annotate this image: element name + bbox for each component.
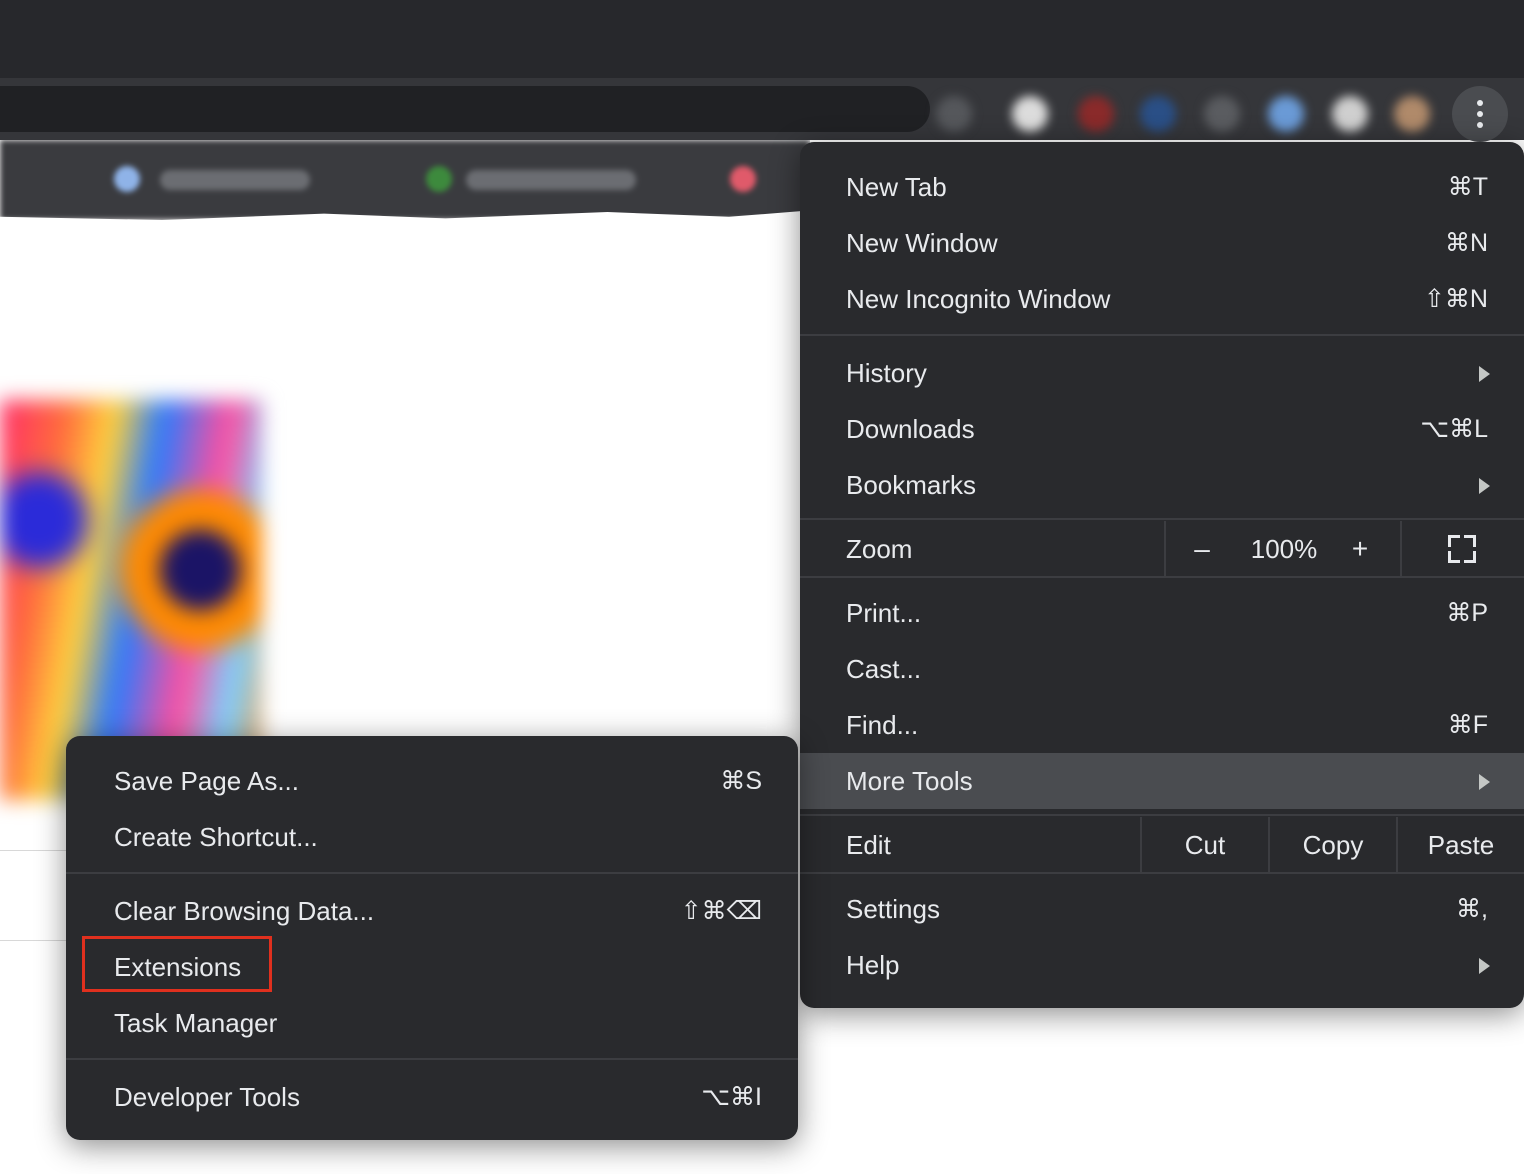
menu-item-shortcut: ⇧⌘N (1423, 285, 1488, 313)
menu-item-label: Create Shortcut... (114, 822, 318, 852)
menu-separator (800, 576, 1524, 578)
more-tools-submenu: Save Page As... ⌘S Create Shortcut... Cl… (66, 736, 798, 1140)
extension-icon[interactable] (936, 96, 972, 132)
menu-item-label: Settings (846, 894, 940, 924)
triangle-right-icon (1479, 958, 1490, 974)
chrome-main-menu: New Tab ⌘T New Window ⌘N New Incognito W… (800, 142, 1524, 1008)
menu-item-label: Save Page As... (114, 766, 300, 796)
menu-item-label: Bookmarks (846, 470, 977, 500)
address-bar[interactable] (0, 86, 930, 132)
menu-item-task-manager[interactable]: Task Manager (66, 995, 798, 1051)
menu-item-extensions[interactable]: Extensions (66, 939, 798, 995)
bookmark-item[interactable] (466, 170, 636, 190)
zoom-row: Zoom – 100% + (800, 521, 1524, 577)
menu-item-shortcut: ⇧⌘⌫ (680, 897, 762, 925)
menu-separator (800, 814, 1524, 816)
menu-item-new-window[interactable]: New Window ⌘N (800, 215, 1524, 271)
menu-item-settings[interactable]: Settings ⌘, (800, 881, 1524, 937)
menu-item-shortcut: ⌘T (1447, 173, 1488, 201)
cut-button[interactable]: Cut (1142, 817, 1268, 873)
menu-item-label: Task Manager (114, 1008, 278, 1038)
divider (0, 940, 66, 941)
menu-item-label: Developer Tools (114, 1082, 300, 1112)
menu-item-find[interactable]: Find... ⌘F (800, 697, 1524, 753)
menu-item-shortcut: ⌥⌘L (1420, 415, 1488, 443)
menu-item-shortcut: ⌥⌘I (701, 1083, 762, 1111)
window-title-bar (0, 0, 1524, 78)
menu-item-label: Cast... (846, 654, 922, 684)
divider (1400, 521, 1402, 577)
copy-button[interactable]: Copy (1270, 817, 1396, 873)
menu-item-shortcut: ⌘S (720, 767, 762, 795)
menu-item-new-tab[interactable]: New Tab ⌘T (800, 159, 1524, 215)
menu-item-save-page-as[interactable]: Save Page As... ⌘S (66, 753, 798, 809)
menu-item-label: Downloads (846, 414, 975, 444)
zoom-label: Zoom (846, 534, 913, 564)
paste-button[interactable]: Paste (1398, 817, 1524, 873)
zoom-out-button[interactable]: – (1180, 521, 1224, 577)
menu-item-shortcut: ⌘N (1444, 229, 1488, 257)
bookmark-item[interactable] (160, 170, 310, 190)
bookmark-favicon-icon (426, 166, 452, 192)
triangle-right-icon (1479, 774, 1490, 790)
extension-icon[interactable] (1012, 96, 1048, 132)
menu-item-shortcut: ⌘, (1456, 895, 1488, 923)
bookmark-favicon-icon (114, 166, 140, 192)
menu-item-shortcut: ⌘F (1447, 711, 1488, 739)
edit-label: Edit (846, 830, 891, 860)
extension-icon[interactable] (1140, 96, 1176, 132)
menu-item-label: New Tab (846, 172, 947, 202)
menu-item-label: Print... (846, 598, 922, 628)
menu-item-print[interactable]: Print... ⌘P (800, 585, 1524, 641)
menu-item-label: New Window (846, 228, 998, 258)
menu-item-cast[interactable]: Cast... (800, 641, 1524, 697)
divider (0, 850, 66, 851)
bookmark-favicon-icon (730, 166, 756, 192)
bookmarks-bar (0, 140, 810, 220)
menu-item-label: More Tools (846, 766, 973, 796)
menu-item-label: Find... (846, 710, 919, 740)
menu-item-history[interactable]: History (800, 345, 1524, 401)
menu-item-new-incognito-window[interactable]: New Incognito Window ⇧⌘N (800, 271, 1524, 327)
extension-icon[interactable] (1078, 96, 1114, 132)
three-dot-menu-icon[interactable] (1452, 86, 1508, 142)
triangle-right-icon (1479, 478, 1490, 494)
zoom-in-button[interactable]: + (1340, 521, 1380, 577)
menu-separator (66, 1058, 798, 1060)
menu-item-label: Extensions (114, 952, 242, 982)
menu-item-downloads[interactable]: Downloads ⌥⌘L (800, 401, 1524, 457)
menu-item-more-tools[interactable]: More Tools (800, 753, 1524, 809)
menu-item-create-shortcut[interactable]: Create Shortcut... (66, 809, 798, 865)
triangle-right-icon (1479, 366, 1490, 382)
extension-icon[interactable] (1268, 96, 1304, 132)
extension-icon[interactable] (1204, 96, 1240, 132)
menu-item-label: Clear Browsing Data... (114, 896, 375, 926)
menu-separator (800, 518, 1524, 520)
edit-row: Edit Cut Copy Paste (800, 817, 1524, 873)
divider (1164, 521, 1166, 577)
menu-separator (66, 872, 798, 874)
menu-item-label: History (846, 358, 927, 388)
zoom-level: 100% (1250, 534, 1318, 564)
fullscreen-icon[interactable] (1448, 535, 1476, 563)
menu-separator (800, 872, 1524, 874)
menu-item-clear-browsing-data[interactable]: Clear Browsing Data... ⇧⌘⌫ (66, 883, 798, 939)
profile-avatar[interactable] (1394, 96, 1430, 132)
menu-item-help[interactable]: Help (800, 937, 1524, 993)
extension-icon[interactable] (1332, 96, 1368, 132)
menu-separator (800, 334, 1524, 336)
menu-item-bookmarks[interactable]: Bookmarks (800, 457, 1524, 513)
menu-item-developer-tools[interactable]: Developer Tools ⌥⌘I (66, 1069, 798, 1125)
menu-item-shortcut: ⌘P (1446, 599, 1488, 627)
menu-item-label: Help (846, 950, 900, 980)
menu-item-label: New Incognito Window (846, 284, 1111, 314)
